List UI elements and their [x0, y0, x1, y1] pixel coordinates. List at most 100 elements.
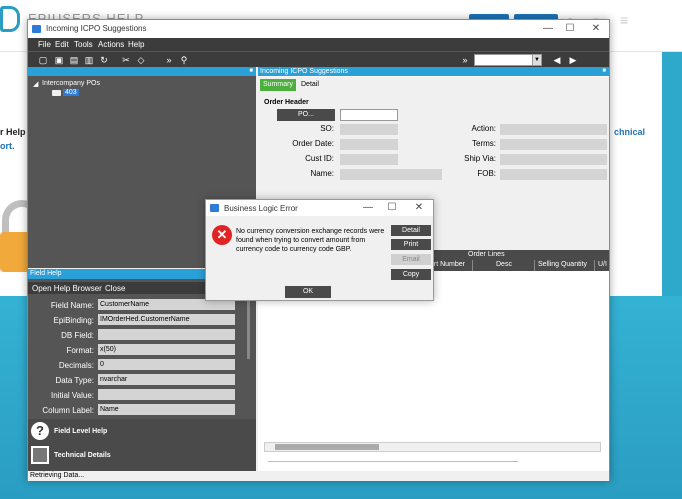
menu-bar: File Edit Tools Actions Help	[28, 38, 609, 51]
po-input[interactable]	[340, 109, 398, 121]
help-row: Column Label: Name	[28, 404, 248, 416]
folder-icon	[52, 90, 61, 96]
so-field[interactable]	[340, 124, 398, 135]
field-level-help-link[interactable]: Field Level Help	[54, 428, 107, 435]
menu-tools[interactable]: Tools	[74, 40, 93, 49]
pin-icon[interactable]: ■	[602, 67, 606, 76]
column-um[interactable]: U/I	[598, 261, 607, 268]
help-row: Data Type: nvarchar	[28, 374, 248, 386]
search-icon[interactable]: ⚲	[179, 55, 189, 65]
cust-id-field[interactable]	[340, 154, 398, 165]
scrollbar-thumb[interactable]	[275, 444, 379, 450]
error-icon: ✕	[212, 225, 232, 245]
new-icon[interactable]: ▢	[38, 55, 48, 65]
tree-expand-icon[interactable]: ◢	[33, 80, 38, 88]
detail-button[interactable]: Detail	[391, 225, 431, 236]
site-link[interactable]: ort.	[0, 141, 15, 151]
dialog-minimize-button[interactable]: —	[358, 201, 378, 215]
dialog-close-button[interactable]: ✕	[409, 201, 429, 215]
column-desc[interactable]: Desc	[496, 261, 512, 268]
terms-label: Terms:	[472, 139, 496, 148]
cust-id-label: Cust ID:	[305, 154, 334, 163]
help-row: Decimals: 0	[28, 359, 248, 371]
name-field[interactable]	[340, 169, 442, 180]
menu-icon[interactable]: ≡	[620, 12, 628, 28]
order-date-label: Order Date:	[292, 139, 334, 148]
tab-detail[interactable]: Detail	[298, 79, 322, 91]
status-bar: Retrieving Data...	[28, 471, 609, 481]
order-date-field[interactable]	[340, 139, 398, 150]
menu-actions[interactable]: Actions	[98, 40, 124, 49]
window-title: Incoming ICPO Suggestions	[46, 24, 147, 33]
error-dialog: Business Logic Error — ☐ ✕ ✕ No currency…	[205, 199, 434, 301]
menu-help[interactable]: Help	[128, 40, 144, 49]
order-lines-title: Order Lines	[468, 251, 505, 258]
window-titlebar: Incoming ICPO Suggestions — ☐ ✕	[28, 20, 609, 38]
form-panel-header: Incoming ICPO Suggestions ■	[258, 67, 609, 76]
terms-field[interactable]	[500, 139, 607, 150]
maximize-button[interactable]: ☐	[560, 22, 580, 36]
help-row: Format: x(50)	[28, 344, 248, 356]
fob-label: FOB:	[477, 169, 496, 178]
horizontal-scrollbar[interactable]	[264, 442, 601, 452]
print-button[interactable]: Print	[391, 239, 431, 250]
chevron-down-icon[interactable]: ▼	[532, 55, 541, 65]
clear-icon[interactable]: ◇	[136, 55, 146, 65]
error-message: No currency conversion exchange records …	[236, 228, 385, 253]
forward-icon[interactable]: ▶	[568, 55, 578, 65]
help-row: EpiBinding: IMOrderHed.CustomerName	[28, 314, 248, 326]
dialog-title: Business Logic Error	[224, 204, 298, 213]
ok-button[interactable]: OK	[285, 286, 331, 298]
technical-details-link[interactable]: Technical Details	[54, 452, 111, 459]
back-icon[interactable]: ◀	[552, 55, 562, 65]
divider	[268, 461, 518, 462]
order-header-title: Order Header	[264, 99, 309, 106]
fob-field[interactable]	[500, 169, 607, 180]
form-tabs: Summary Detail	[258, 77, 609, 92]
print-icon[interactable]: ▤	[69, 55, 79, 65]
site-text: r Help	[0, 127, 26, 137]
refresh-icon[interactable]: ↻	[99, 55, 109, 65]
column-part-number[interactable]: art Number	[430, 261, 465, 268]
so-label: SO:	[320, 124, 334, 133]
app-icon	[32, 25, 41, 33]
po-button[interactable]: PO...	[277, 109, 335, 121]
navigation-dropdown[interactable]: ▼	[474, 54, 542, 66]
ship-via-field[interactable]	[500, 154, 607, 165]
close-help-button[interactable]: Close	[105, 284, 125, 293]
technical-details-icon[interactable]	[31, 446, 49, 464]
overflow-icon[interactable]: »	[164, 55, 174, 65]
cut-icon[interactable]: ✂	[121, 55, 131, 65]
minimize-button[interactable]: —	[538, 22, 558, 36]
app-icon	[210, 204, 219, 212]
site-link[interactable]: chnical	[614, 127, 645, 137]
overflow-icon[interactable]: »	[460, 55, 470, 65]
action-field[interactable]	[500, 124, 607, 135]
open-help-browser-button[interactable]: Open Help Browser	[32, 284, 102, 293]
pin-icon[interactable]: ■	[249, 67, 253, 76]
toolbar: ▢ ▣ ▤ ▥ ↻ ✂ ◇ » ⚲ » ▼ ◀ ▶	[28, 51, 609, 67]
field-help-scrollbar[interactable]	[247, 299, 250, 359]
email-button[interactable]: Email	[391, 254, 431, 265]
save-icon[interactable]: ▣	[54, 55, 64, 65]
help-row: DB Field:	[28, 329, 248, 341]
menu-file[interactable]: File	[38, 40, 51, 49]
help-row: Initial Value:	[28, 389, 248, 401]
help-links-panel: ? Field Level Help Technical Details	[28, 419, 256, 471]
name-label: Name:	[310, 169, 334, 178]
tree-node-selected[interactable]: 403	[63, 89, 79, 96]
close-button[interactable]: ✕	[586, 22, 606, 36]
delete-icon[interactable]: ▥	[84, 55, 94, 65]
tree-panel-header: ■	[28, 67, 256, 76]
action-label: Action:	[471, 124, 496, 133]
help-icon[interactable]: ?	[31, 422, 49, 440]
dialog-maximize-button[interactable]: ☐	[382, 201, 402, 215]
column-selling-quantity[interactable]: Selling Quantity	[538, 261, 587, 268]
copy-button[interactable]: Copy	[391, 269, 431, 280]
site-logo-icon	[0, 6, 20, 32]
tree-root-label[interactable]: Intercompany POs	[42, 80, 100, 87]
menu-edit[interactable]: Edit	[55, 40, 69, 49]
tab-summary[interactable]: Summary	[260, 79, 296, 91]
ship-via-label: Ship Via:	[464, 154, 496, 163]
dialog-titlebar: Business Logic Error — ☐ ✕	[206, 200, 433, 216]
